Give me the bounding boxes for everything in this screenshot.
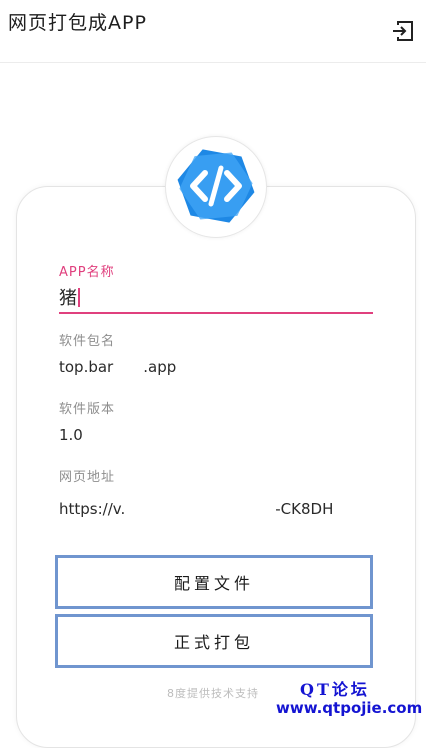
app-name-field[interactable]: APP名称 猪 (59, 261, 373, 314)
version-label: 软件版本 (59, 402, 116, 417)
app-name-input[interactable]: 猪 (59, 288, 77, 309)
config-file-button[interactable]: 配置文件 (55, 555, 373, 609)
text-cursor (78, 288, 80, 307)
watermark-title: QT论坛 (300, 680, 370, 699)
url-input[interactable]: https://v. -CK8DH (59, 500, 373, 518)
exit-to-app-icon (393, 21, 413, 41)
app-bar: 网页打包成APP (0, 0, 426, 63)
app-logo (165, 136, 267, 238)
version-input[interactable]: 1.0 (59, 426, 373, 444)
build-button[interactable]: 正式打包 (55, 614, 373, 668)
watermark-url: www.qtpojie.com (276, 699, 423, 717)
url-label: 网页地址 (59, 470, 116, 485)
url-field[interactable]: 网页地址 https://v. -CK8DH (59, 466, 373, 518)
app-name-underline (59, 312, 373, 314)
package-name-field[interactable]: 软件包名 top.bar .app (59, 330, 373, 376)
code-brackets-icon (177, 149, 255, 223)
package-name-label: 软件包名 (59, 334, 116, 349)
app-name-label: APP名称 (59, 265, 115, 280)
app-title: 网页打包成APP (8, 12, 147, 34)
exit-button[interactable] (390, 18, 416, 44)
version-field[interactable]: 软件版本 1.0 (59, 398, 373, 444)
package-name-input[interactable]: top.bar .app (59, 358, 373, 376)
